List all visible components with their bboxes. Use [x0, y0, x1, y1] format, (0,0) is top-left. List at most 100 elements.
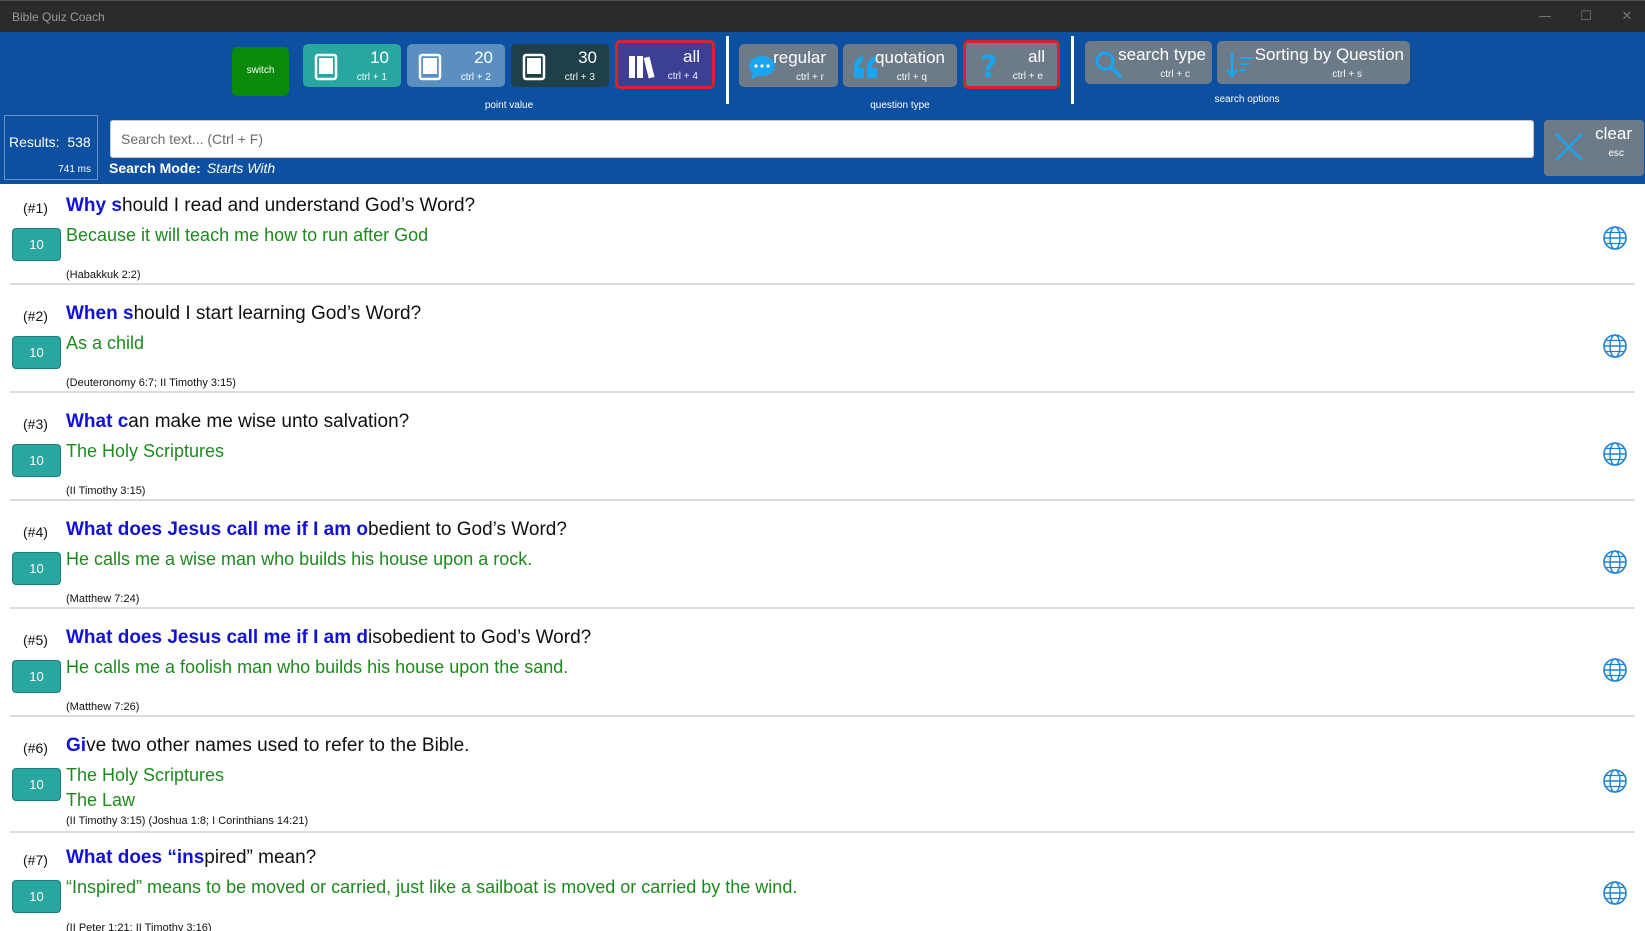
point-value-caption: point value — [484, 100, 534, 111]
search-input[interactable] — [110, 120, 1534, 158]
type-regular-label: regular — [773, 48, 826, 67]
reference-text: (II Peter 1:21; II Timothy 3:16) — [66, 922, 212, 931]
question-number: (#7) — [23, 852, 48, 868]
points-badge: 10 — [12, 768, 61, 801]
toolbar-divider — [726, 36, 729, 104]
list-item[interactable]: (#6) 10 Give two other names used to ref… — [0, 724, 1645, 836]
points-badge: 10 — [12, 880, 61, 913]
type-all-shortcut: ctrl + e — [1012, 71, 1043, 82]
results-count: 538 — [67, 134, 91, 150]
search-type-button[interactable]: search type ctrl + c — [1085, 41, 1212, 84]
points-30-label: 30 — [578, 48, 597, 67]
points-all-shortcut: ctrl + 4 — [667, 71, 698, 82]
toolbar-divider — [1071, 36, 1074, 104]
globe-icon[interactable] — [1602, 880, 1628, 906]
row-divider — [10, 607, 1635, 609]
points-badge: 10 — [12, 444, 61, 477]
reference-text: (Matthew 7:26) — [66, 701, 140, 713]
globe-icon[interactable] — [1602, 333, 1628, 359]
type-all-label: all — [1027, 47, 1045, 66]
switch-button[interactable]: switch — [232, 47, 289, 96]
answer-text: As a child — [66, 333, 145, 353]
close-button[interactable]: ✕ — [1617, 8, 1637, 26]
row-divider — [10, 831, 1635, 833]
clear-label: clear — [1595, 124, 1632, 143]
globe-icon[interactable] — [1602, 768, 1628, 794]
question-text: What can make me wise unto salvation? — [66, 411, 410, 432]
match-highlight: When s — [66, 303, 134, 324]
points-30-button[interactable]: 30 ctrl + 3 — [511, 44, 609, 87]
type-all-button[interactable]: ? all ctrl + e — [963, 40, 1060, 89]
minimize-button[interactable]: — — [1535, 8, 1555, 26]
results-box: Results: 538 741 ms — [4, 115, 98, 180]
question-text: Give two other names used to refer to th… — [66, 735, 470, 756]
search-type-shortcut: ctrl + c — [1160, 69, 1190, 80]
type-regular-shortcut: ctrl + r — [795, 72, 824, 83]
list-item[interactable]: (#2) 10 When should I start learning God… — [0, 292, 1645, 400]
book-icon — [418, 53, 442, 81]
points-all-button[interactable]: all ctrl + 4 — [615, 40, 715, 89]
books-icon — [629, 56, 655, 79]
question-number: (#1) — [23, 200, 48, 216]
row-divider — [10, 391, 1635, 393]
answer-text: He calls me a wise man who builds his ho… — [66, 549, 533, 569]
answer-text: He calls me a foolish man who builds his… — [66, 657, 569, 677]
window-title: Bible Quiz Coach — [12, 10, 105, 24]
type-regular-button[interactable]: regular ctrl + r — [739, 44, 838, 87]
globe-icon[interactable] — [1602, 441, 1628, 467]
book-icon — [314, 53, 338, 81]
reference-text: (Habakkuk 2:2) — [66, 269, 141, 281]
points-20-button[interactable]: 20 ctrl + 2 — [407, 44, 505, 87]
question-number: (#6) — [23, 740, 48, 756]
title-bar: Bible Quiz Coach — ☐ ✕ — [0, 0, 1645, 32]
question-number: (#4) — [23, 524, 48, 540]
question-list[interactable]: (#1) 10 Why should I read and understand… — [0, 184, 1645, 931]
row-divider — [10, 499, 1635, 501]
reference-text: (Deuteronomy 6:7; II Timothy 3:15) — [66, 377, 236, 389]
list-item[interactable]: (#3) 10 What can make me wise unto salva… — [0, 400, 1645, 508]
results-label: Results: 538 — [9, 134, 91, 150]
maximize-button[interactable]: ☐ — [1576, 8, 1596, 26]
globe-icon[interactable] — [1602, 225, 1628, 251]
reference-text: (II Timothy 3:15) — [66, 485, 146, 497]
match-highlight: What does Jesus call me if I am d — [66, 627, 368, 648]
match-highlight: What does Jesus call me if I am o — [66, 519, 368, 540]
globe-icon[interactable] — [1602, 657, 1628, 683]
match-highlight: What c — [66, 411, 129, 432]
list-item[interactable]: (#5) 10 What does Jesus call me if I am … — [0, 616, 1645, 724]
answer-text: Because it will teach me how to run afte… — [66, 225, 429, 245]
svg-text:?: ? — [980, 51, 997, 81]
list-item[interactable]: (#1) 10 Why should I read and understand… — [0, 184, 1645, 292]
clear-button[interactable]: clear esc — [1544, 120, 1644, 176]
answer-text: The Holy Scriptures — [66, 765, 225, 785]
points-all-label: all — [682, 47, 700, 66]
points-badge: 10 — [12, 336, 61, 369]
search-mode-value: Starts With — [206, 160, 276, 176]
points-badge: 10 — [12, 228, 61, 261]
points-10-label: 10 — [370, 48, 389, 67]
question-number: (#3) — [23, 416, 48, 432]
match-highlight: Why s — [66, 195, 122, 216]
question-text: When should I start learning God’s Word? — [66, 303, 422, 324]
points-20-shortcut: ctrl + 2 — [460, 72, 491, 83]
reference-text: (Matthew 7:24) — [66, 593, 140, 605]
question-text: What does Jesus call me if I am disobedi… — [66, 627, 592, 648]
question-number: (#5) — [23, 632, 48, 648]
list-item[interactable]: (#7) 10 What does “inspired” mean? “Insp… — [0, 836, 1645, 931]
sorting-button[interactable]: Sorting by Question ctrl + s — [1217, 41, 1410, 84]
points-30-shortcut: ctrl + 3 — [564, 72, 595, 83]
row-divider — [10, 715, 1635, 717]
search-mode-label: Search Mode: — [109, 160, 201, 176]
question-text: What does Jesus call me if I am obedient… — [66, 519, 567, 540]
globe-icon[interactable] — [1602, 549, 1628, 575]
question-number: (#2) — [23, 308, 48, 324]
list-item[interactable]: (#4) 10 What does Jesus call me if I am … — [0, 508, 1645, 616]
book-icon — [522, 53, 546, 81]
type-quotation-button[interactable]: quotation ctrl + q — [843, 44, 957, 87]
type-quotation-shortcut: ctrl + q — [896, 72, 927, 83]
points-10-button[interactable]: 10 ctrl + 1 — [303, 44, 401, 87]
search-mode: Search Mode: Starts With — [109, 160, 275, 176]
results-time: 741 ms — [58, 164, 91, 175]
clear-shortcut: esc — [1608, 148, 1624, 159]
answer-text: The Law — [66, 790, 136, 810]
